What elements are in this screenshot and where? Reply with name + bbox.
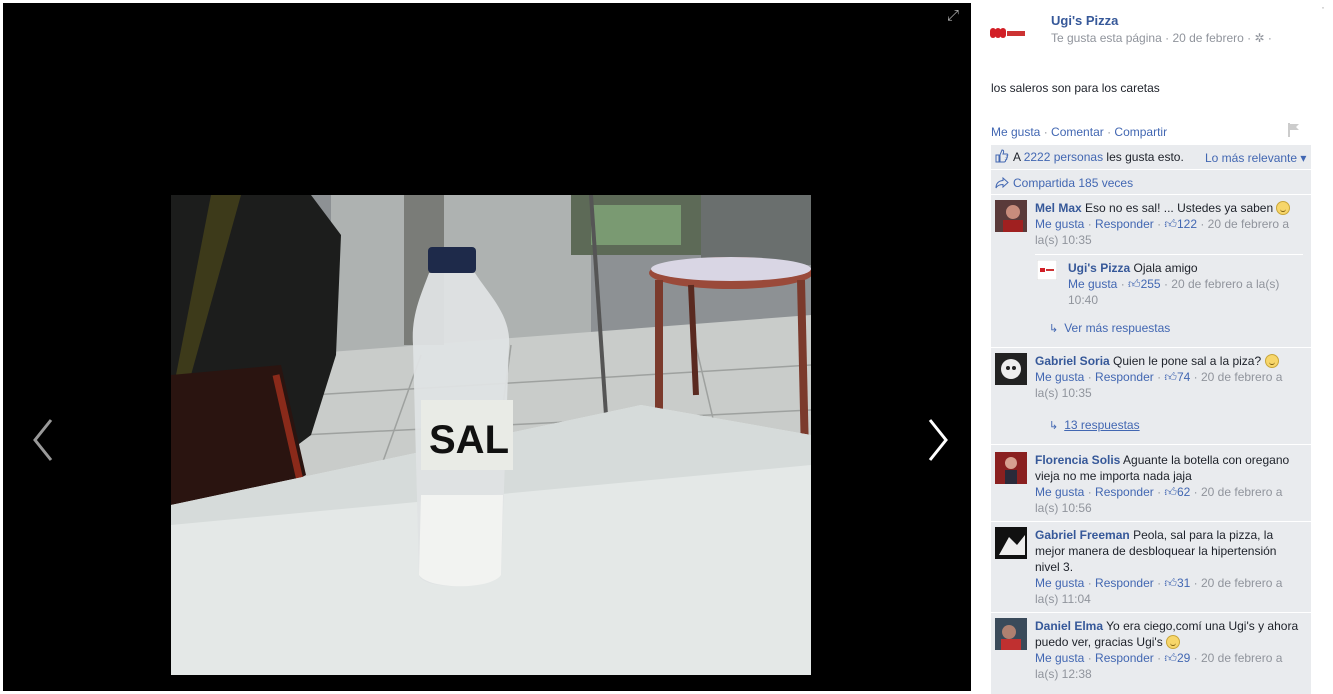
bottle-label: SAL — [429, 418, 509, 462]
smile-emoji-icon — [1166, 635, 1181, 649]
shares-row: Compartida 185 veces — [991, 171, 1311, 195]
page-name[interactable]: Ugi's Pizza — [1051, 13, 1118, 28]
comment-author[interactable]: Gabriel Freeman — [1035, 528, 1130, 542]
thumbs-up-icon: 👍︎ — [1164, 485, 1177, 499]
comment-item: Gabriel Soria Quien le pone sal a la piz… — [991, 349, 1311, 445]
flag-icon[interactable] — [1287, 122, 1301, 138]
likes-prefix: A — [1013, 150, 1024, 164]
likes-suffix: les gusta esto. — [1103, 150, 1184, 164]
likes-row: A 2222 personas les gusta esto. Lo más r… — [991, 145, 1311, 170]
reply-text: Ojala amigo — [1133, 261, 1198, 275]
comment-reply-button[interactable]: Responder — [1095, 576, 1154, 590]
share-button[interactable]: Compartir — [1114, 125, 1167, 139]
comment-item: Florencia Solis Aguante la botella con o… — [991, 446, 1311, 522]
comment-item: Mel Max Eso no es sal! ... Ustedes ya sa… — [991, 196, 1311, 348]
photo-viewer: SAL ⤢ — [3, 3, 971, 691]
comment-like-button[interactable]: Me gusta — [1035, 485, 1084, 499]
comment-like-button[interactable]: Me gusta — [1035, 651, 1084, 665]
thumbs-up-icon: 👍︎ — [1128, 277, 1141, 291]
side-panel: · Ugi's Pizza Te gusta esta página · 20 … — [975, 0, 1333, 694]
reply-like-count[interactable]: 👍︎255 — [1128, 277, 1161, 291]
avatar[interactable] — [1036, 259, 1058, 281]
photo-scene: SAL — [171, 195, 811, 675]
thumbs-up-icon: 👍︎ — [1164, 370, 1177, 384]
comment-like-button[interactable]: Me gusta — [1035, 217, 1084, 231]
comment-author[interactable]: Gabriel Soria — [1035, 354, 1110, 368]
post-actions: Me gusta · Comentar · Compartir — [991, 125, 1167, 139]
more-replies-link[interactable]: ↳ Ver más respuestas — [1049, 321, 1170, 335]
expand-icon[interactable]: ⤢ — [947, 7, 959, 24]
post-meta: Te gusta esta página · 20 de febrero · ✲… — [1051, 31, 1272, 45]
reply-arrow-icon: ↳ — [1049, 420, 1059, 432]
comment-item: Gabriel Freeman Peola, sal para la pizza… — [991, 523, 1311, 613]
sort-dropdown[interactable]: Lo más relevante ▾ — [1205, 151, 1306, 165]
thumbs-up-icon: 👍︎ — [1164, 651, 1177, 665]
comment-like-count[interactable]: 👍︎122 — [1164, 217, 1197, 231]
avatar[interactable] — [995, 618, 1027, 650]
comment-text: Quien le pone sal a la piza? — [1113, 354, 1262, 368]
comment-author[interactable]: Daniel Elma — [1035, 619, 1103, 633]
next-arrow-icon[interactable] — [918, 408, 958, 468]
shares-count-link[interactable]: Compartida 185 veces — [1013, 176, 1133, 190]
share-icon — [995, 176, 1009, 193]
post-photo[interactable]: SAL — [171, 195, 811, 675]
comment-like-count[interactable]: 👍︎31 — [1164, 576, 1190, 590]
reply-item: Ugi's Pizza Ojala amigo Me gusta · 👍︎255… — [1035, 254, 1303, 314]
reply-like-button[interactable]: Me gusta — [1068, 277, 1117, 291]
comment-like-count[interactable]: 👍︎74 — [1164, 370, 1190, 384]
smile-emoji-icon — [1276, 201, 1291, 215]
comment-like-count[interactable]: 👍︎62 — [1164, 485, 1190, 499]
comment-author[interactable]: Mel Max — [1035, 201, 1082, 215]
feedback-box: A 2222 personas les gusta esto. Lo más r… — [991, 145, 1311, 694]
comment-like-count[interactable]: 👍︎29 — [1164, 651, 1190, 665]
thumbs-up-icon — [995, 149, 1009, 166]
post-date[interactable]: 20 de febrero — [1172, 31, 1243, 45]
likes-people-link[interactable]: 2222 personas — [1024, 150, 1103, 164]
post-text: los saleros son para los caretas — [991, 81, 1160, 95]
comment-button[interactable]: Comentar — [1051, 125, 1104, 139]
reply-author[interactable]: Ugi's Pizza — [1068, 261, 1130, 275]
comment-text: Eso no es sal! ... Ustedes ya saben — [1085, 201, 1274, 215]
gear-icon[interactable]: ✲ — [1255, 31, 1265, 45]
like-button[interactable]: Me gusta — [991, 125, 1040, 139]
liked-status[interactable]: Te gusta esta página — [1051, 31, 1162, 45]
replies-count-link[interactable]: ↳ 13 respuestas — [1049, 418, 1140, 432]
smile-emoji-icon — [1264, 354, 1279, 368]
comment-like-button[interactable]: Me gusta — [1035, 370, 1084, 384]
comment-reply-button[interactable]: Responder — [1095, 651, 1154, 665]
comment-reply-button[interactable]: Responder — [1095, 485, 1154, 499]
thumbs-up-icon: 👍︎ — [1164, 217, 1177, 231]
comment-item: Daniel Elma Yo era ciego,comí una Ugi's … — [991, 614, 1311, 694]
avatar[interactable] — [995, 452, 1027, 484]
avatar[interactable] — [995, 527, 1027, 559]
actions-separator: · — [1043, 125, 1048, 139]
avatar[interactable] — [995, 200, 1027, 232]
thumbs-up-icon: 👍︎ — [1164, 576, 1177, 590]
avatar[interactable] — [995, 353, 1027, 385]
actions-separator: · — [1107, 125, 1112, 139]
comment-author[interactable]: Florencia Solis — [1035, 453, 1120, 467]
close-icon[interactable]: · — [1321, 0, 1325, 14]
comment-reply-button[interactable]: Responder — [1095, 370, 1154, 384]
reply-arrow-icon: ↳ — [1049, 323, 1059, 335]
comment-like-button[interactable]: Me gusta — [1035, 576, 1084, 590]
prev-arrow-icon[interactable] — [25, 408, 65, 468]
comment-reply-button[interactable]: Responder — [1095, 217, 1154, 231]
page-logo[interactable] — [990, 22, 1030, 44]
